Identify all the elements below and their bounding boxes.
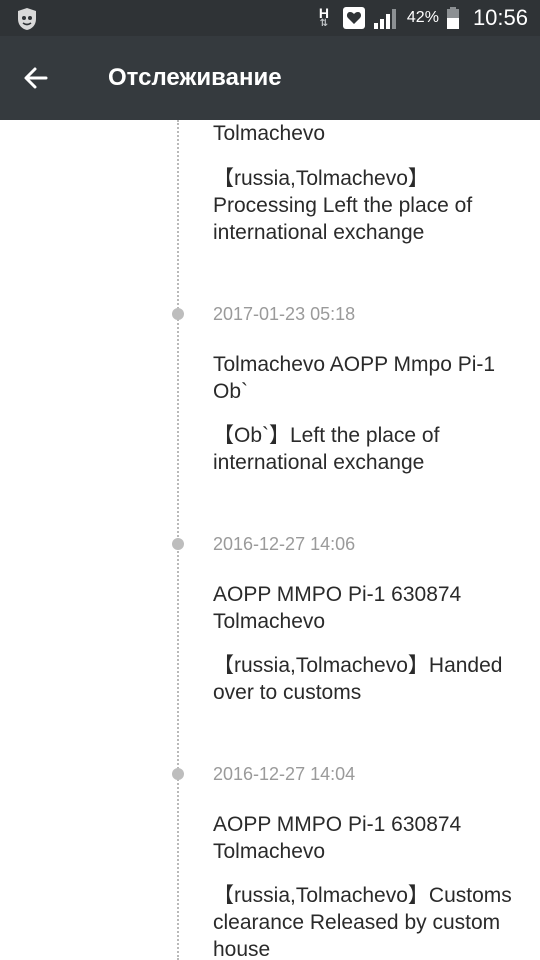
event-date: 2016-12-27 14:04	[213, 764, 356, 784]
app-bar: Отслеживание	[0, 36, 540, 120]
arrow-back-icon	[24, 67, 48, 89]
event-detail: 【russia,Tolmachevo】Customs clearance Rel…	[213, 884, 512, 960]
signal-icon	[373, 7, 399, 29]
status-icons: H ⇅ 42% 10:56	[313, 0, 528, 36]
event-location: AOPP MMPO Pi-1 630874 Tolmachevo	[213, 583, 462, 633]
event-detail: 【Ob`】Left the place of international exc…	[213, 424, 440, 474]
event-date: 2016-12-27 14:06	[213, 534, 356, 554]
battery-percent: 42%	[406, 9, 439, 26]
page-title: Отслеживание	[108, 64, 282, 91]
status-bar: H ⇅ 42% 10:56	[0, 0, 540, 36]
timeline-dot	[172, 768, 184, 780]
clock: 10:56	[472, 5, 528, 30]
battery-icon	[446, 7, 459, 29]
back-button[interactable]	[14, 56, 58, 100]
event-detail: 【russia,Tolmachevo】Handed over to custom…	[213, 654, 503, 704]
timeline-dot	[172, 538, 184, 550]
event-location: AOPP MMPO Pi-1 630874 Tolmachevo	[213, 813, 462, 863]
app-notification-icon	[14, 6, 40, 32]
event-date: 2017-01-23 05:18	[213, 304, 356, 324]
favorite-notification-icon	[342, 7, 365, 29]
event-location: Tolmachevo AOPP Mmpo Pi-1 Ob`	[213, 353, 496, 403]
event-detail: 【russia,Tolmachevo】Processing Left the p…	[213, 167, 473, 244]
tracking-timeline[interactable]: Tolmachevo 【russia,Tolmachevo】Processing…	[0, 120, 540, 960]
event-location: Tolmachevo	[213, 122, 326, 145]
timeline-dot	[172, 308, 184, 320]
network-h-icon: H ⇅	[318, 5, 329, 29]
